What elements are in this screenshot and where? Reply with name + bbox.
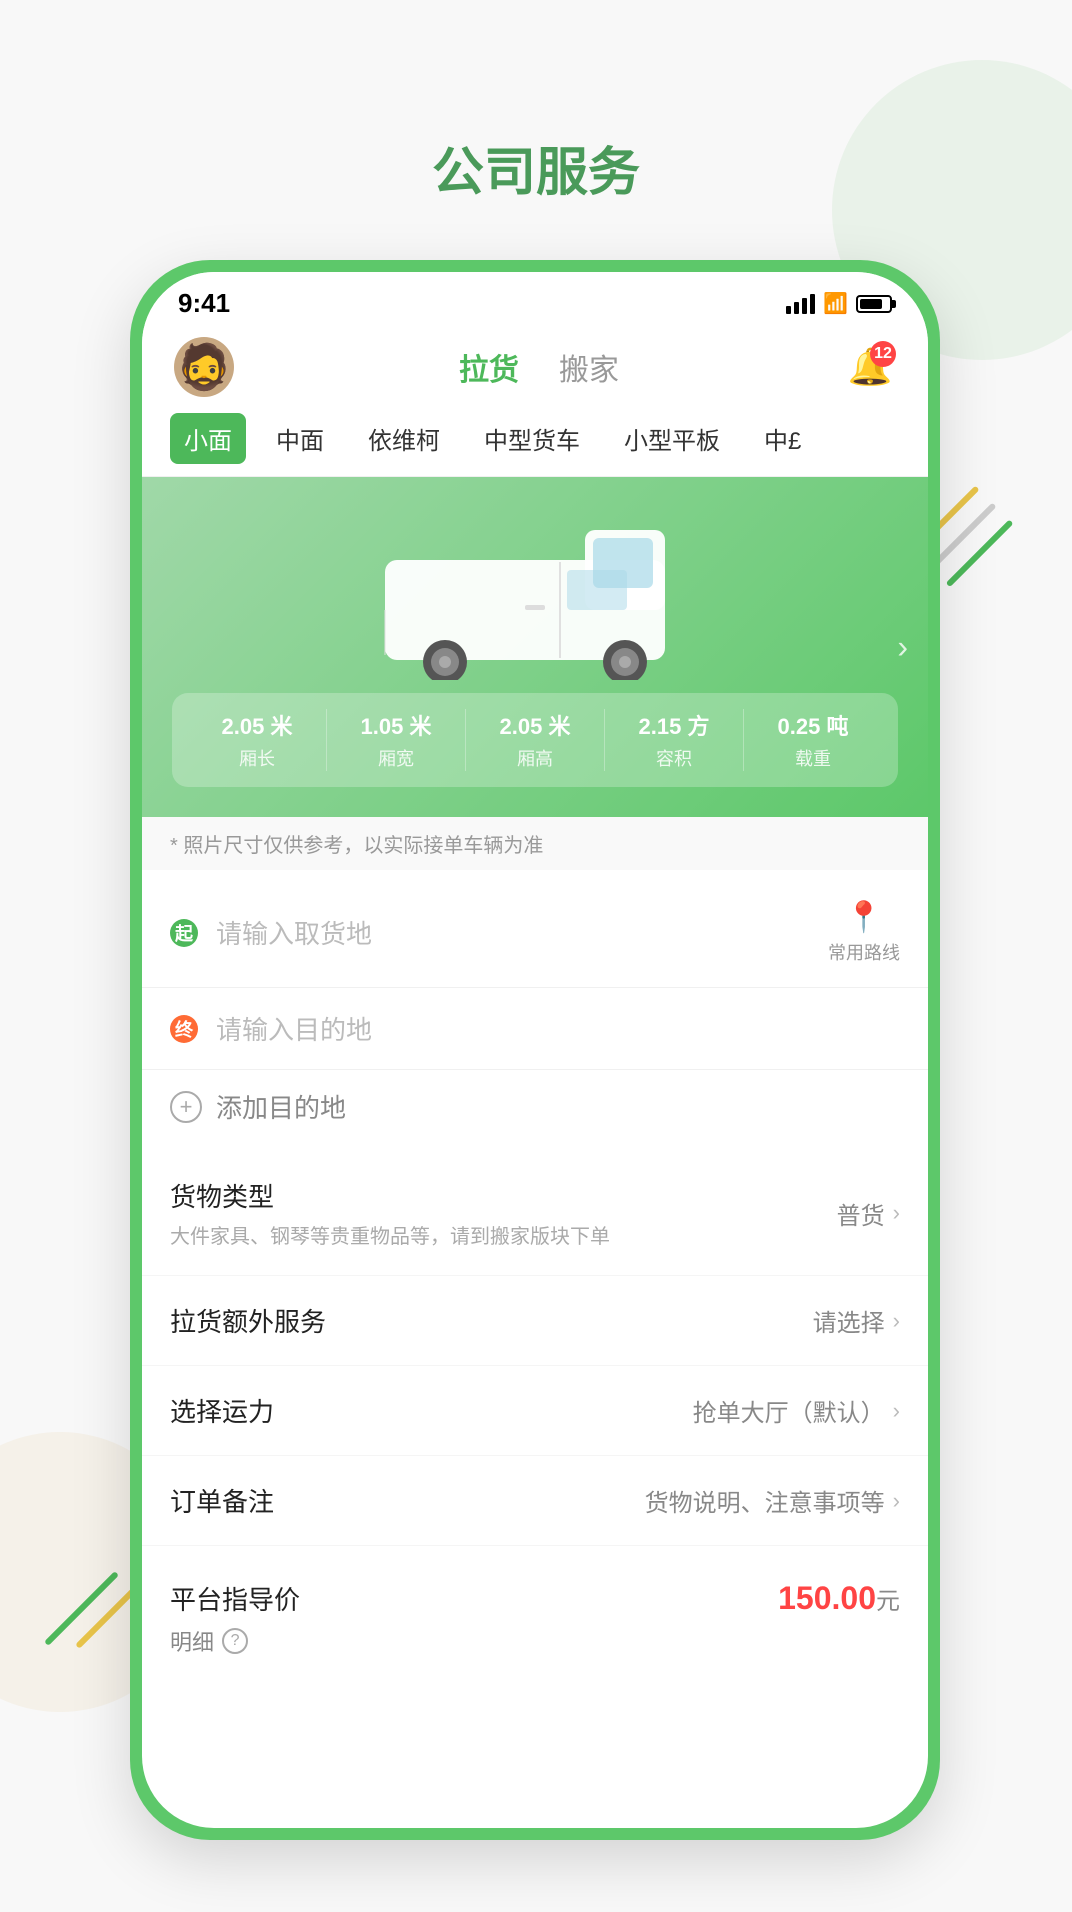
vehicle-tab-zhongmian[interactable]: 中面 — [262, 413, 338, 464]
pickup-input[interactable]: 请输入取货地 — [216, 914, 828, 951]
add-destination-button[interactable]: + 添加目的地 — [142, 1070, 928, 1143]
route-button[interactable]: 📍 常用路线 — [828, 900, 900, 965]
nav-tabs: 拉货 搬家 — [459, 345, 619, 389]
spec-volume: 2.15 方 容积 — [609, 709, 739, 771]
destination-row[interactable]: 终 请输入目的地 — [142, 988, 928, 1070]
spec-length: 2.05 米 厢长 — [192, 709, 322, 771]
tab-banjia[interactable]: 搬家 — [559, 345, 619, 389]
page-title: 公司服务 — [0, 130, 1072, 205]
price-unit: 元 — [876, 1588, 900, 1615]
vehicle-tab-xiaomian[interactable]: 小面 — [170, 413, 246, 464]
order-note-row[interactable]: 订单备注 货物说明、注意事项等 › — [142, 1456, 928, 1546]
cargo-type-row[interactable]: 货物类型 大件家具、钢琴等贵重物品等，请到搬家版块下单 普货 › — [142, 1151, 928, 1276]
vehicle-specs: 2.05 米 厢长 1.05 米 厢宽 2.05 米 厢高 2.15 方 容积 — [172, 693, 898, 787]
notification-badge: 12 — [870, 341, 896, 367]
end-dot: 终 — [170, 1015, 198, 1043]
vehicle-tab-xiaoping[interactable]: 小型平板 — [610, 413, 734, 464]
app-header: 🧔 拉货 搬家 🔔 12 — [142, 327, 928, 413]
vehicle-next-icon[interactable]: › — [897, 629, 908, 666]
vehicle-image — [345, 497, 725, 683]
status-icons: 📶 — [786, 291, 892, 316]
notification-button[interactable]: 🔔 12 — [844, 341, 896, 393]
spec-width: 1.05 米 厢宽 — [331, 709, 461, 771]
phone-inner: 9:41 📶 🧔 拉货 搬家 — [142, 272, 928, 1828]
price-detail-link[interactable]: 明细 — [170, 1625, 214, 1657]
vehicle-tab-yiweike[interactable]: 依维柯 — [354, 413, 454, 464]
chevron-right-icon: › — [893, 1488, 900, 1514]
location-pin-icon: 📍 — [845, 900, 882, 935]
tab-lahuo[interactable]: 拉货 — [459, 345, 519, 389]
extra-service-row[interactable]: 拉货额外服务 请选择 › — [142, 1276, 928, 1366]
options-section: 货物类型 大件家具、钢琴等贵重物品等，请到搬家版块下单 普货 › 拉货额外服务 … — [142, 1151, 928, 1546]
vehicle-tab-zhong2[interactable]: 中£ — [750, 413, 815, 464]
price-section: 平台指导价 150.00元 明细 ? — [142, 1554, 928, 1677]
signal-icon — [786, 294, 815, 314]
pickup-row[interactable]: 起 请输入取货地 📍 常用路线 — [142, 878, 928, 988]
start-dot: 起 — [170, 919, 198, 947]
phone-frame: 9:41 📶 🧔 拉货 搬家 — [130, 260, 940, 1840]
destination-input[interactable]: 请输入目的地 — [216, 1010, 900, 1047]
price-label: 平台指导价 — [170, 1580, 300, 1617]
spec-weight: 0.25 吨 载重 — [748, 709, 878, 771]
add-destination-label: 添加目的地 — [216, 1088, 346, 1125]
vehicle-display: › 2.05 米 厢长 1.05 米 厢宽 2.05 米 厢高 — [142, 477, 928, 817]
avatar[interactable]: 🧔 — [174, 337, 234, 397]
add-icon: + — [170, 1091, 202, 1123]
chevron-right-icon: › — [893, 1308, 900, 1334]
vehicle-tabs: 小面 中面 依维柯 中型货车 小型平板 中£ — [142, 413, 928, 477]
battery-icon — [856, 295, 892, 313]
notch — [455, 272, 615, 308]
vehicle-tab-zhonghuo[interactable]: 中型货车 — [470, 413, 594, 464]
chevron-right-icon: › — [893, 1200, 900, 1226]
transport-row[interactable]: 选择运力 抢单大厅（默认） › — [142, 1366, 928, 1456]
wifi-icon: 📶 — [823, 291, 848, 316]
location-form: 起 请输入取货地 📍 常用路线 终 请输入目的地 + 添加目的地 — [142, 878, 928, 1143]
help-icon[interactable]: ? — [222, 1628, 248, 1654]
spec-height: 2.05 米 厢高 — [470, 709, 600, 771]
chevron-right-icon: › — [893, 1398, 900, 1424]
disclaimer: * 照片尺寸仅供参考，以实际接单车辆为准 — [142, 817, 928, 870]
status-time: 9:41 — [178, 288, 230, 319]
price-value: 150.00 — [778, 1580, 876, 1616]
